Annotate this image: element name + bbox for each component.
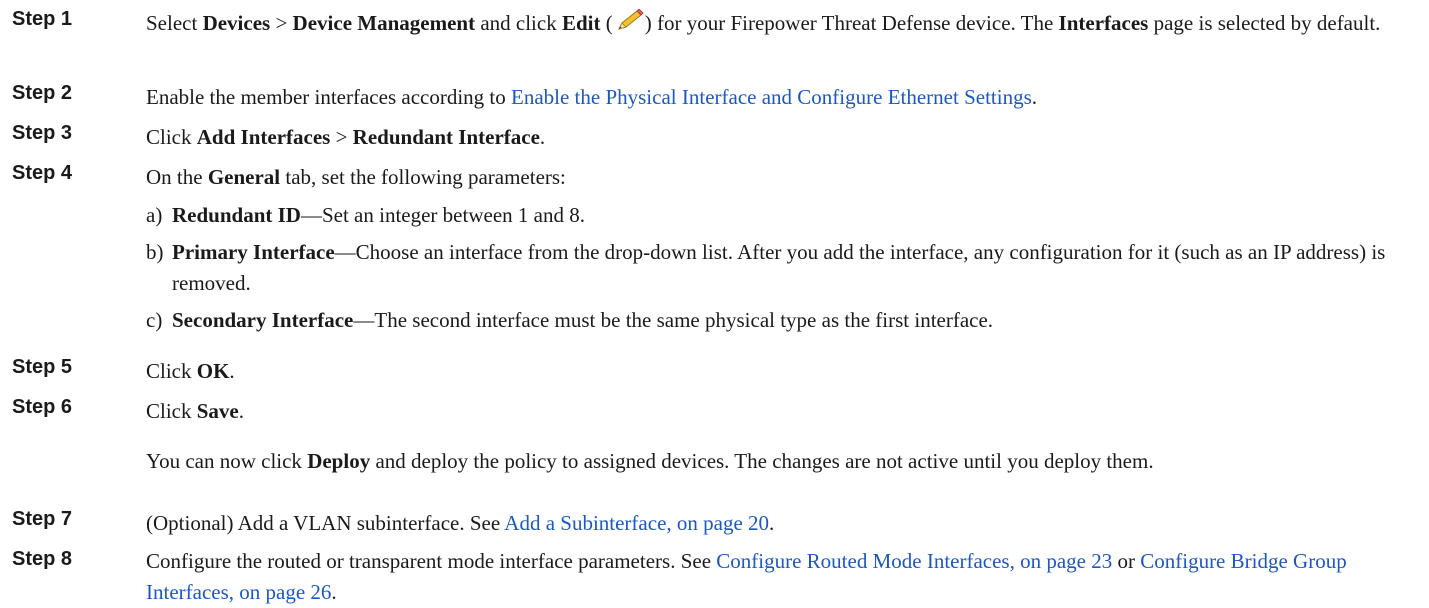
step-label: Step 1 — [12, 8, 73, 30]
step-text: Click Save. — [146, 399, 244, 423]
link-add-subinterface[interactable]: Add a Subinterface, on page 20 — [504, 511, 769, 535]
step-text: On the General tab, set the following pa… — [146, 165, 566, 189]
step-label: Step 4 — [12, 162, 73, 184]
step-note-text: You can now click Deploy and deploy the … — [146, 449, 1154, 473]
link-enable-physical-interface[interactable]: Enable the Physical Interface and Config… — [511, 85, 1032, 109]
step-label: Step 5 — [12, 356, 73, 378]
step-text: Click Add Interfaces > Redundant Interfa… — [146, 125, 546, 149]
step-text: Enable the member interfaces according t… — [146, 85, 1037, 109]
sub-item-letter: a) — [146, 203, 163, 227]
sub-item-letter: c) — [146, 308, 163, 332]
step-label: Step 3 — [12, 122, 73, 144]
step-text: (Optional) Add a VLAN subinterface. See … — [146, 511, 775, 535]
step-label: Step 2 — [12, 82, 73, 104]
step-text: Click OK. — [146, 359, 235, 383]
step-text: Configure the routed or transparent mode… — [146, 549, 1347, 604]
step-label: Step 6 — [12, 396, 73, 418]
sub-item-letter: b) — [146, 240, 164, 264]
step-text: Select Devices > Device Management and c… — [146, 8, 1381, 35]
document-page: Step 1 Select Devices > Device Managemen… — [0, 0, 1429, 604]
link-configure-routed-mode[interactable]: Configure Routed Mode Interfaces, on pag… — [716, 549, 1112, 573]
pencil-edit-icon — [613, 8, 645, 31]
step-label: Step 7 — [12, 508, 73, 530]
step-label: Step 8 — [12, 548, 73, 570]
